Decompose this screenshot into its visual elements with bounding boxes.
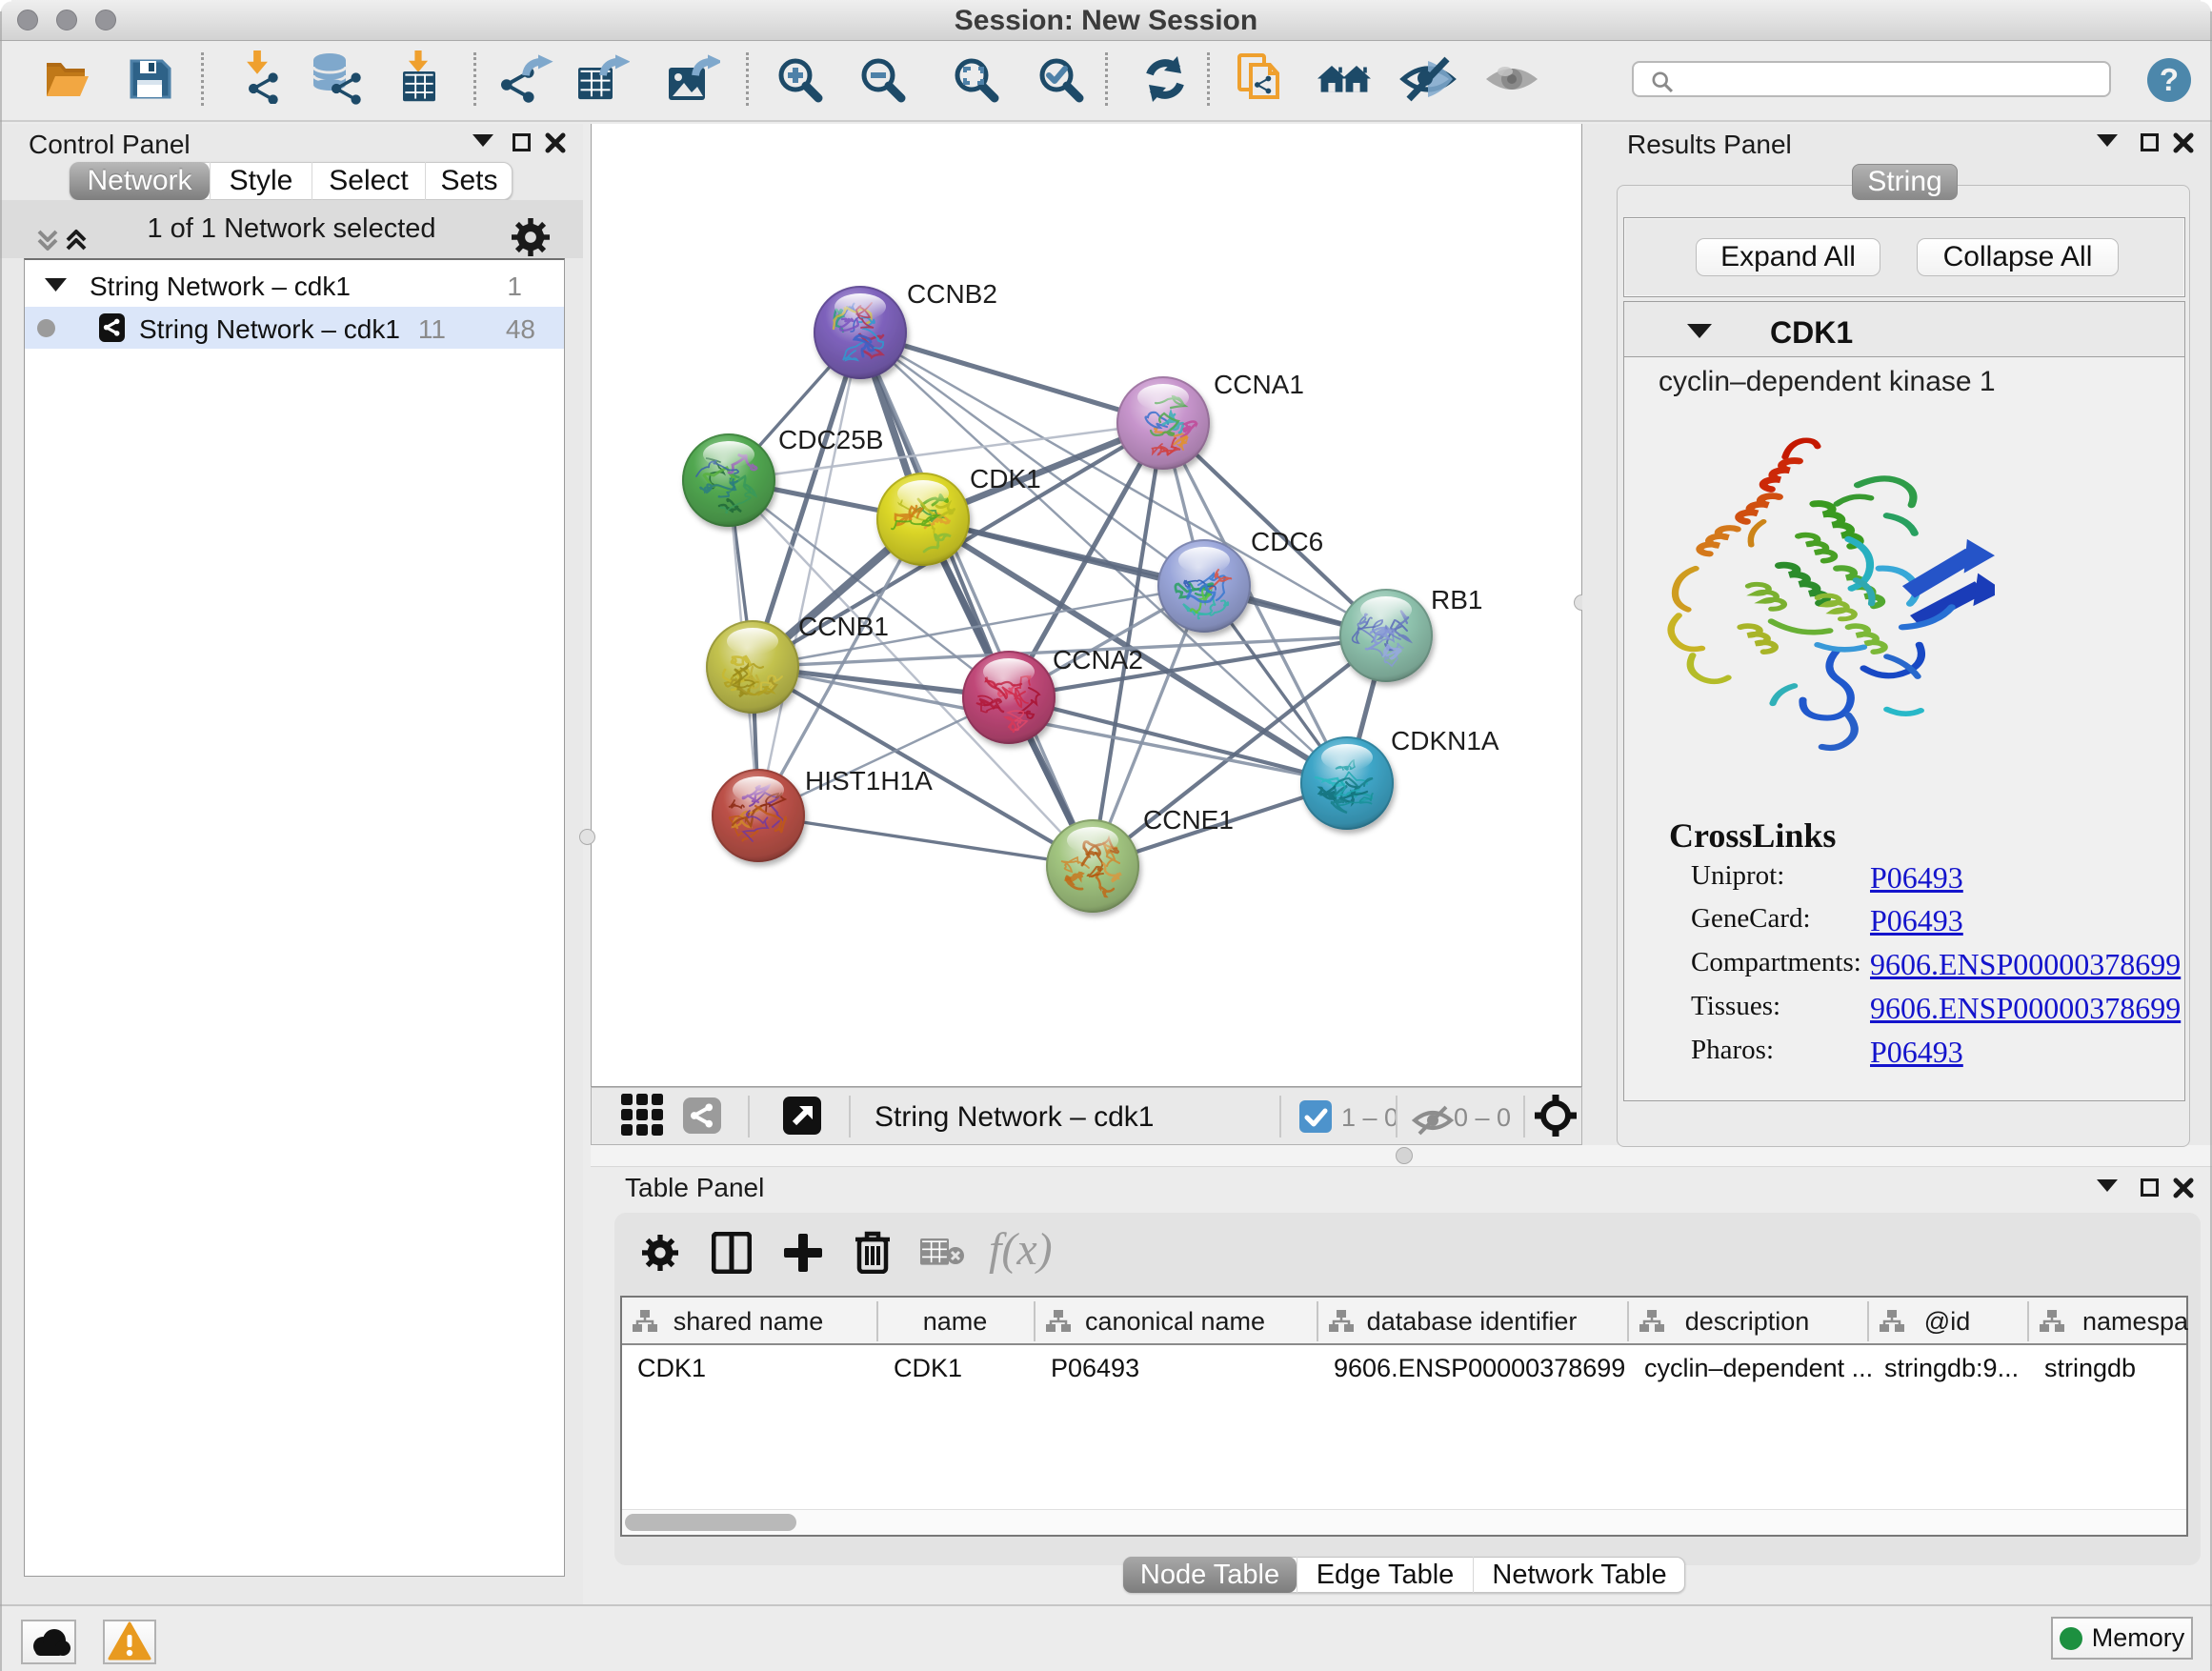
svg-text:CCNB1: CCNB1 bbox=[798, 612, 889, 641]
svg-text:CDC25B: CDC25B bbox=[778, 425, 883, 454]
svg-text:CCNA1: CCNA1 bbox=[1214, 370, 1304, 399]
svg-text:CCNA2: CCNA2 bbox=[1053, 645, 1143, 674]
svg-text:HIST1H1A: HIST1H1A bbox=[805, 766, 933, 795]
svg-text:CCNE1: CCNE1 bbox=[1143, 805, 1234, 835]
svg-text:?: ? bbox=[2160, 62, 2179, 97]
svg-text:CDK1: CDK1 bbox=[970, 464, 1041, 493]
svg-text:CDC6: CDC6 bbox=[1251, 527, 1323, 556]
svg-text:CDKN1A: CDKN1A bbox=[1391, 726, 1499, 755]
svg-text:CCNB2: CCNB2 bbox=[907, 279, 997, 309]
svg-text:RB1: RB1 bbox=[1431, 585, 1482, 614]
